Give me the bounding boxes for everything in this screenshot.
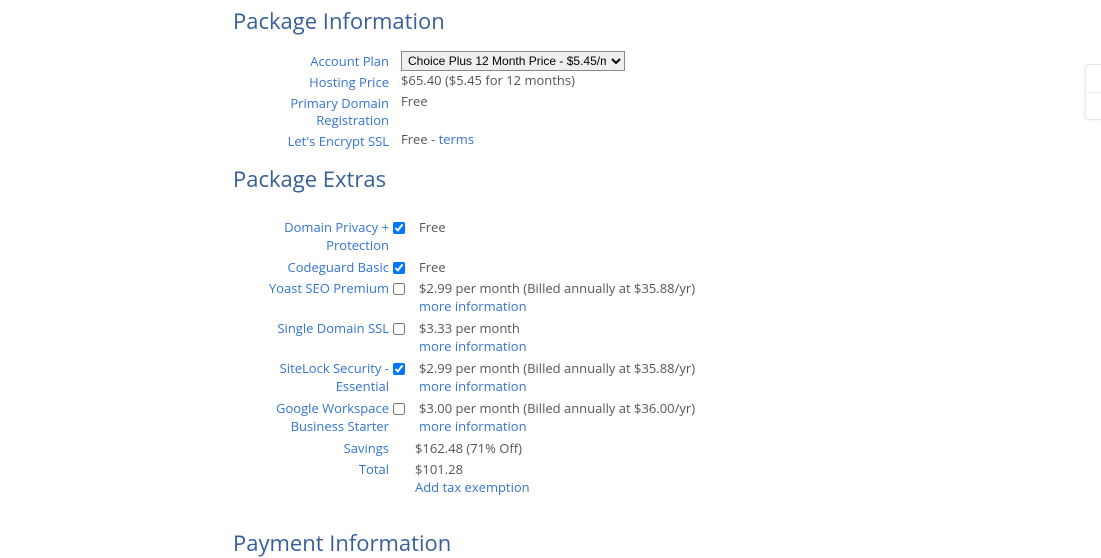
ssl-dash: -	[428, 130, 439, 148]
package-extras-heading: Package Extras	[233, 164, 800, 194]
yoast-checkbox[interactable]	[393, 283, 405, 295]
domain-privacy-price: Free	[415, 218, 446, 237]
single-ssl-label: Single Domain SSL	[233, 319, 393, 338]
primary-domain-label: Primary Domain Registration	[233, 92, 393, 130]
sitelock-price: $2.99 per month (Billed annually at $35.…	[419, 359, 695, 377]
ssl-value: Free - terms	[393, 130, 474, 149]
ssl-terms-link[interactable]: terms	[439, 130, 474, 148]
gworkspace-price: $3.00 per month (Billed annually at $36.…	[419, 399, 695, 417]
package-information-heading: Package Information	[233, 6, 800, 36]
side-widget[interactable]	[1085, 64, 1101, 120]
single-ssl-more-info-link[interactable]: more information	[419, 337, 527, 355]
sitelock-more-info-link[interactable]: more information	[419, 377, 695, 395]
primary-domain-value: Free	[393, 92, 428, 111]
codeguard-label: Codeguard Basic	[233, 258, 393, 277]
codeguard-checkbox[interactable]	[393, 262, 405, 274]
domain-privacy-checkbox[interactable]	[393, 222, 405, 234]
ssl-free-text: Free	[401, 130, 428, 148]
savings-label: Savings	[233, 439, 393, 458]
yoast-more-info-link[interactable]: more information	[419, 297, 695, 315]
account-plan-select[interactable]: Choice Plus 12 Month Price - $5.45/mo	[401, 51, 625, 71]
single-ssl-checkbox[interactable]	[393, 323, 405, 335]
total-value: $101.28	[415, 460, 463, 478]
gworkspace-checkbox[interactable]	[393, 403, 405, 415]
gworkspace-more-info-link[interactable]: more information	[419, 417, 695, 435]
yoast-price: $2.99 per month (Billed annually at $35.…	[419, 279, 695, 297]
tax-exemption-link[interactable]: Add tax exemption	[415, 478, 530, 496]
hosting-price-label: Hosting Price	[233, 71, 393, 92]
account-plan-label: Account Plan	[233, 50, 393, 71]
single-ssl-price: $3.33 per month	[419, 319, 520, 337]
savings-value: $162.48 (71% Off)	[415, 439, 522, 458]
yoast-label: Yoast SEO Premium	[233, 279, 393, 298]
ssl-label: Let's Encrypt SSL	[233, 130, 393, 151]
gworkspace-label: Google Workspace Business Starter	[233, 399, 393, 435]
sitelock-label: SiteLock Security - Essential	[233, 359, 393, 395]
total-label: Total	[233, 460, 393, 479]
codeguard-price: Free	[415, 258, 446, 277]
domain-privacy-label: Domain Privacy + Protection	[233, 218, 393, 254]
hosting-price-value: $65.40 ($5.45 for 12 months)	[393, 71, 575, 90]
sitelock-checkbox[interactable]	[393, 363, 405, 375]
payment-information-heading: Payment Information	[233, 528, 800, 558]
